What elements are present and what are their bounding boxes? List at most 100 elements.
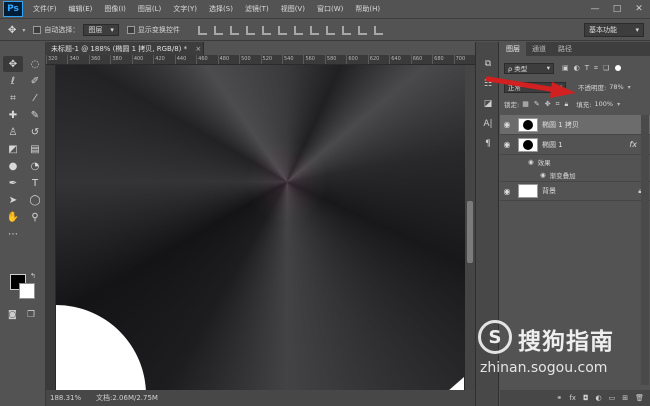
- distribute-right-icon[interactable]: [373, 25, 383, 35]
- pen-tool-icon[interactable]: ✒: [3, 175, 23, 191]
- align-bottom-icon[interactable]: [229, 25, 239, 35]
- hand-tool-icon[interactable]: ✋: [3, 209, 23, 225]
- marquee-tool-icon[interactable]: ◌: [25, 56, 45, 72]
- auto-select-dropdown[interactable]: 图层 ▾: [83, 24, 119, 36]
- move-tool-icon[interactable]: ✥: [8, 25, 16, 36]
- effect-gradient-overlay-row[interactable]: ◉ 渐变叠加: [500, 168, 650, 181]
- tab-paths[interactable]: 路径: [552, 42, 578, 56]
- show-transform-checkbox[interactable]: [126, 26, 135, 34]
- lock-all-icon[interactable]: 🔒︎: [565, 100, 569, 109]
- auto-select-checkbox[interactable]: [33, 26, 42, 34]
- healing-brush-tool-icon[interactable]: ✚: [3, 107, 23, 123]
- new-layer-icon[interactable]: ⊞: [622, 394, 628, 402]
- lock-image-icon[interactable]: ✎: [534, 100, 540, 109]
- trash-icon[interactable]: 🗑︎: [635, 394, 644, 402]
- path-select-tool-icon[interactable]: ➤: [3, 192, 23, 208]
- distribute-left-icon[interactable]: [341, 25, 351, 35]
- close-tab-icon[interactable]: ×: [195, 45, 201, 53]
- lock-transparent-icon[interactable]: ▦: [522, 100, 529, 109]
- menu-type[interactable]: 文字(Y): [167, 4, 203, 14]
- zoom-tool-icon[interactable]: ⚲: [25, 209, 45, 225]
- link-layers-icon[interactable]: ⚭: [556, 394, 562, 402]
- add-mask-icon[interactable]: ◘: [583, 394, 589, 402]
- menu-filter[interactable]: 滤镜(T): [239, 4, 275, 14]
- move-tool-icon[interactable]: ✥: [3, 56, 23, 72]
- gradient-tool-icon[interactable]: ▤: [25, 141, 45, 157]
- workspace-switcher[interactable]: 基本功能 ▾: [584, 23, 644, 37]
- screen-mode-icon[interactable]: ❐: [27, 310, 35, 320]
- align-center-icon[interactable]: [261, 25, 271, 35]
- type-filter-icon[interactable]: T: [585, 64, 589, 73]
- align-right-icon[interactable]: [277, 25, 287, 35]
- align-left-icon[interactable]: [245, 25, 255, 35]
- more-tools-icon[interactable]: ⋯: [3, 226, 23, 242]
- eye-icon[interactable]: ◉: [500, 187, 514, 196]
- adjustment-filter-icon[interactable]: ◐: [574, 64, 580, 73]
- eye-icon[interactable]: ◉: [500, 140, 514, 149]
- lock-artboard-icon[interactable]: ⌗: [556, 100, 560, 109]
- vertical-scrollbar[interactable]: [465, 65, 475, 390]
- paragraph-panel-icon[interactable]: ¶: [476, 134, 500, 154]
- swap-colors-icon[interactable]: ↰: [30, 272, 36, 280]
- distribute-center-icon[interactable]: [357, 25, 367, 35]
- menu-file[interactable]: 文件(F): [27, 4, 63, 14]
- lock-position-icon[interactable]: ✥: [545, 100, 551, 109]
- crop-tool-icon[interactable]: ⌗: [3, 90, 23, 106]
- filter-toggle-icon[interactable]: [615, 65, 622, 71]
- align-middle-icon[interactable]: [213, 25, 223, 35]
- eye-icon[interactable]: ◉: [500, 120, 514, 129]
- layer-row[interactable]: ◉ 椭圆 1 拷贝: [500, 115, 650, 135]
- fill-value[interactable]: 100%: [594, 100, 613, 108]
- menu-window[interactable]: 窗口(W): [311, 4, 349, 14]
- menu-select[interactable]: 选择(S): [203, 4, 239, 14]
- type-tool-icon[interactable]: T: [25, 175, 45, 191]
- menu-image[interactable]: 图像(I): [98, 4, 132, 14]
- quick-mask-icon[interactable]: ◙: [8, 310, 17, 320]
- menu-layer[interactable]: 图层(L): [132, 4, 167, 14]
- ellipse-tool-icon[interactable]: ◯: [25, 192, 45, 208]
- effects-row[interactable]: ◉ 效果: [500, 155, 650, 168]
- maximize-icon[interactable]: □: [610, 2, 624, 16]
- chevron-down-icon[interactable]: ▾: [628, 84, 631, 91]
- minimize-icon[interactable]: —: [588, 2, 602, 16]
- smart-object-filter-icon[interactable]: ❏: [603, 64, 609, 73]
- opacity-value[interactable]: 78%: [609, 83, 623, 91]
- history-panel-icon[interactable]: ⧉: [476, 54, 500, 74]
- canvas[interactable]: [56, 65, 465, 390]
- eraser-tool-icon[interactable]: ◩: [3, 141, 23, 157]
- background-color-swatch[interactable]: [19, 283, 35, 299]
- quick-select-tool-icon[interactable]: ✐: [25, 73, 45, 89]
- distribute-middle-icon[interactable]: [309, 25, 319, 35]
- pixel-filter-icon[interactable]: ▣: [562, 64, 569, 73]
- chevron-down-icon[interactable]: ▾: [22, 27, 25, 34]
- layer-row[interactable]: ◉ 椭圆 1 fx ▴: [500, 135, 650, 155]
- zoom-level[interactable]: 188.31%: [46, 394, 86, 402]
- lasso-tool-icon[interactable]: ℓ: [3, 73, 23, 89]
- menu-view[interactable]: 视图(V): [275, 4, 311, 14]
- clone-stamp-tool-icon[interactable]: ♙: [3, 124, 23, 140]
- eyedropper-tool-icon[interactable]: ⁄: [25, 90, 45, 106]
- align-top-icon[interactable]: [197, 25, 207, 35]
- tab-channels[interactable]: 通道: [526, 42, 552, 56]
- tab-layers[interactable]: 图层: [500, 42, 526, 56]
- brush-tool-icon[interactable]: ✎: [25, 107, 45, 123]
- menu-help[interactable]: 帮助(H): [349, 4, 386, 14]
- layer-row[interactable]: ◉ 背景 🔒︎: [500, 181, 650, 201]
- document-tab[interactable]: 未标题-1 @ 188% (椭圆 1 拷贝, RGB/8) * ×: [46, 42, 204, 55]
- menu-edit[interactable]: 编辑(E): [63, 4, 99, 14]
- distribute-top-icon[interactable]: [293, 25, 303, 35]
- history-brush-tool-icon[interactable]: ↺: [25, 124, 45, 140]
- distribute-bottom-icon[interactable]: [325, 25, 335, 35]
- close-icon[interactable]: ✕: [632, 2, 646, 16]
- new-group-icon[interactable]: ▭: [609, 394, 616, 402]
- eye-icon[interactable]: ◉: [540, 171, 546, 179]
- shape-filter-icon[interactable]: ⌗: [594, 64, 598, 73]
- filter-kind-dropdown[interactable]: ρ 类型 ▾: [504, 62, 554, 74]
- scrollbar-thumb[interactable]: [467, 201, 473, 263]
- new-adjustment-icon[interactable]: ◐: [596, 394, 602, 402]
- add-style-icon[interactable]: fx: [569, 394, 576, 402]
- dodge-tool-icon[interactable]: ◔: [25, 158, 45, 174]
- chevron-down-icon[interactable]: ▾: [617, 101, 620, 108]
- eye-icon[interactable]: ◉: [528, 158, 534, 166]
- character-panel-icon[interactable]: A|: [476, 114, 500, 134]
